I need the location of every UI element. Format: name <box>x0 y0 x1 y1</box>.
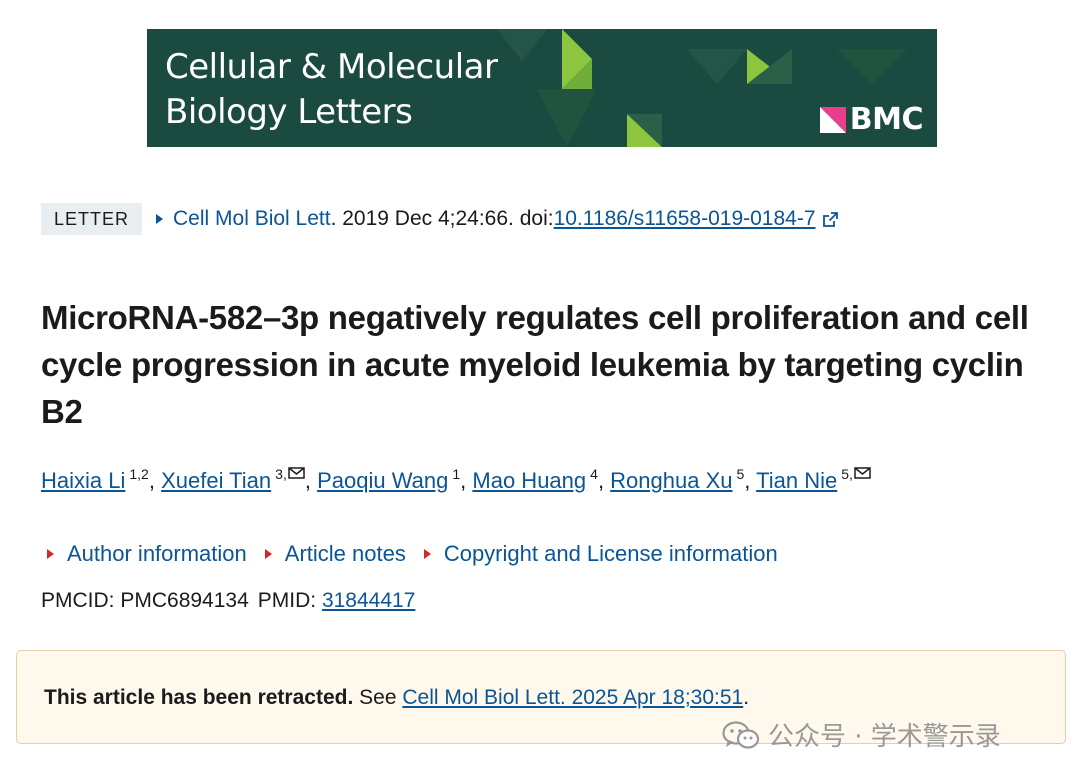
journal-banner[interactable]: Cellular & Molecular Biology Letters BMC <box>147 29 937 147</box>
author-affiliation: 5, <box>841 466 853 482</box>
citation-details: . 2019 Dec 4;24:66. doi: <box>330 207 554 230</box>
author-link[interactable]: Paoqiu Wang <box>317 468 448 493</box>
author-link[interactable]: Ronghua Xu <box>610 468 732 493</box>
citation-line: LETTER Cell Mol Biol Lett . 2019 Dec 4;2… <box>41 203 839 235</box>
article-info-toggles: Author information Article notes Copyrig… <box>47 541 796 567</box>
pmid-label: PMID: <box>257 589 322 612</box>
author-link[interactable]: Mao Huang <box>472 468 586 493</box>
author-affiliation: 1 <box>452 466 461 482</box>
journal-title-line1: Cellular & Molecular <box>165 47 498 87</box>
journal-title: Cellular & Molecular Biology Letters <box>165 45 498 135</box>
doi-link[interactable]: 10.1186/s11658-019-0184-7 <box>554 207 816 231</box>
author-affiliation: 5 <box>736 466 745 482</box>
mail-icon[interactable] <box>854 467 871 479</box>
watermark: 公众号 · 学术警示录 <box>722 716 1001 753</box>
bmc-logo-icon <box>819 107 846 133</box>
caret-right-icon <box>264 549 272 559</box>
author-list: Haixia Li 1,2, Xuefei Tian 3,, Paoqiu Wang… <box>41 466 871 494</box>
publisher-name: BMC <box>849 102 924 137</box>
author-link[interactable]: Xuefei Tian <box>161 468 271 493</box>
caret-right-icon <box>47 549 54 559</box>
mail-icon[interactable] <box>288 467 305 479</box>
toggle-label: Copyright and License information <box>443 541 778 566</box>
external-link-icon[interactable] <box>822 211 839 228</box>
caret-right-icon <box>156 214 164 224</box>
toggle-label: Author information <box>67 541 247 566</box>
author-affiliation: 1,2 <box>129 466 149 482</box>
author-information-toggle[interactable]: Author information <box>47 541 247 567</box>
journal-link[interactable]: Cell Mol Biol Lett <box>173 207 331 231</box>
author-link[interactable]: Haixia Li <box>41 468 125 493</box>
publisher-logo: BMC <box>819 102 924 137</box>
article-ids: PMCID: PMC6894134 PMID: 31844417 <box>41 589 415 613</box>
article-notes-toggle[interactable]: Article notes <box>264 541 406 567</box>
pmcid-label: PMCID: <box>41 589 121 612</box>
pmid-link[interactable]: 31844417 <box>322 589 415 612</box>
copyright-license-toggle[interactable]: Copyright and License information <box>423 541 778 567</box>
author-affiliation: 3, <box>275 466 287 482</box>
retraction-see: See <box>353 686 403 709</box>
author-affiliation: 4 <box>590 466 598 482</box>
journal-title-line2: Biology Letters <box>165 92 413 132</box>
watermark-text: 公众号 · 学术警示录 <box>768 722 1001 752</box>
article-title: MicroRNA-582–3p negatively regulates cel… <box>41 299 1029 430</box>
author-link[interactable]: Tian Nie <box>756 468 837 493</box>
wechat-icon <box>722 720 760 749</box>
caret-right-icon <box>423 549 431 559</box>
pmcid-value: PMC6894134 <box>120 589 249 612</box>
toggle-label: Article notes <box>284 541 406 566</box>
retraction-link[interactable]: Cell Mol Biol Lett. 2025 Apr 18;30:51 <box>402 686 743 709</box>
retraction-end: . <box>743 686 750 709</box>
retraction-notice-text: This article has been retracted. See Cel… <box>44 686 749 710</box>
retraction-notice-heading: This article has been retracted. <box>44 686 354 709</box>
article-type-badge: LETTER <box>41 203 143 235</box>
